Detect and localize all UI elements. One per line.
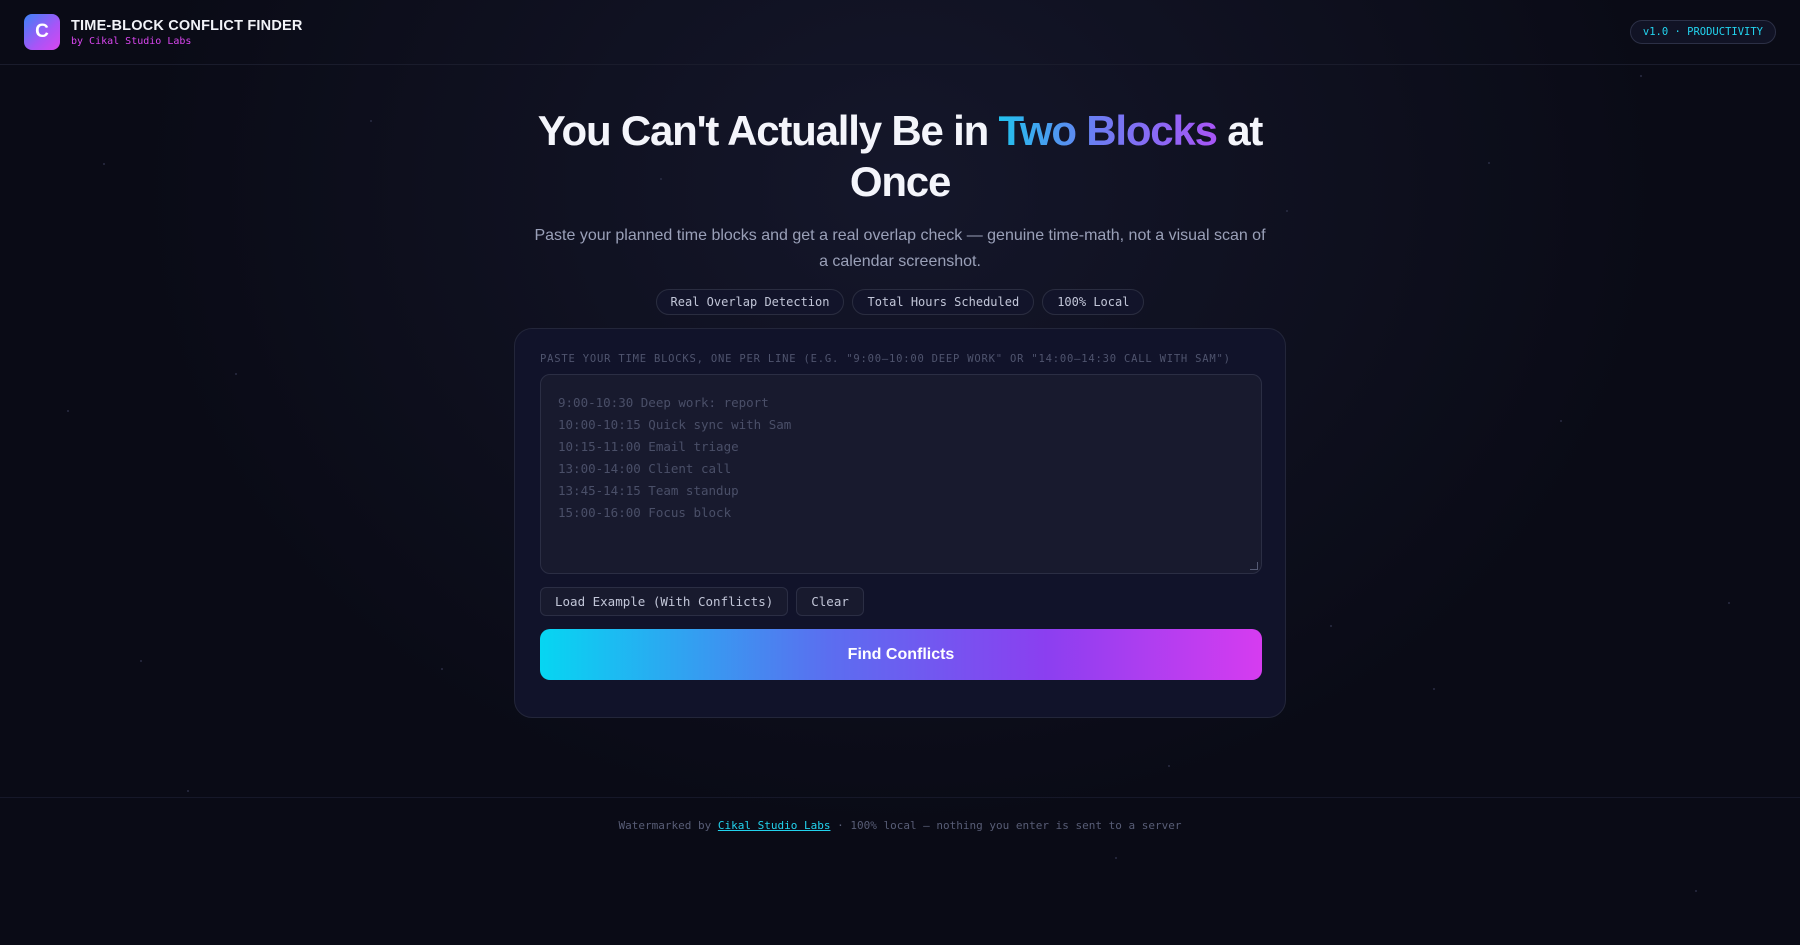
footer-suffix: · 100% local — nothing you enter is sent… <box>830 819 1182 832</box>
footer: Watermarked by Cikal Studio Labs · 100% … <box>0 797 1800 945</box>
version-badge: v1.0 · PRODUCTIVITY <box>1629 20 1776 44</box>
clear-button[interactable]: Clear <box>796 587 864 616</box>
brand[interactable]: C TIME-BLOCK CONFLICT FINDER by Cikal St… <box>24 14 303 50</box>
placeholder-line: 13:00-14:00 Client call <box>558 461 732 476</box>
placeholder-line: 10:00-10:15 Quick sync with Sam <box>558 417 792 432</box>
input-card: Paste your time blocks, one per line (e.… <box>514 328 1286 718</box>
chip-local: 100% Local <box>1042 289 1145 315</box>
find-conflicts-button[interactable]: Find Conflicts <box>540 629 1262 680</box>
app-subtitle: by Cikal Studio Labs <box>71 35 192 47</box>
chip-total-hours: Total Hours Scheduled <box>852 289 1035 315</box>
top-bar: C TIME-BLOCK CONFLICT FINDER by Cikal St… <box>0 0 1800 65</box>
hero: You Can't Actually Be in Two Blocks at O… <box>0 105 1800 315</box>
page-description: Paste your planned time blocks and get a… <box>534 227 1266 270</box>
load-example-button[interactable]: Load Example (With Conflicts) <box>540 587 789 616</box>
chip-overlap-detection: Real Overlap Detection <box>655 289 845 315</box>
page-title: You Can't Actually Be in Two Blocks at O… <box>520 105 1280 207</box>
app-logo-icon: C <box>24 14 60 50</box>
resize-handle-icon[interactable] <box>1250 562 1258 570</box>
logo-letter: C <box>35 21 49 42</box>
time-blocks-textarea[interactable]: 9:00-10:30 Deep work: report 10:00-10:15… <box>540 374 1262 574</box>
brand-text: TIME-BLOCK CONFLICT FINDER by Cikal Stud… <box>71 18 303 47</box>
textarea-label: Paste your time blocks, one per line (e.… <box>540 353 1231 365</box>
placeholder-line: 10:15-11:00 Email triage <box>558 439 739 454</box>
title-highlight: Two Blocks <box>998 107 1218 154</box>
app-title: TIME-BLOCK CONFLICT FINDER <box>71 17 303 34</box>
footer-prefix: Watermarked by <box>618 819 718 832</box>
title-part-1: You Can't Actually Be in <box>537 107 999 154</box>
placeholder-line: 15:00-16:00 Focus block <box>558 505 732 520</box>
placeholder-line: 9:00-10:30 Deep work: report <box>558 395 769 410</box>
feature-chips: Real Overlap Detection Total Hours Sched… <box>0 289 1800 315</box>
footer-link[interactable]: Cikal Studio Labs <box>718 819 831 832</box>
secondary-actions: Load Example (With Conflicts) Clear <box>540 587 1260 616</box>
footer-text: Watermarked by Cikal Studio Labs · 100% … <box>0 819 1800 832</box>
placeholder-line: 13:45-14:15 Team standup <box>558 483 739 498</box>
